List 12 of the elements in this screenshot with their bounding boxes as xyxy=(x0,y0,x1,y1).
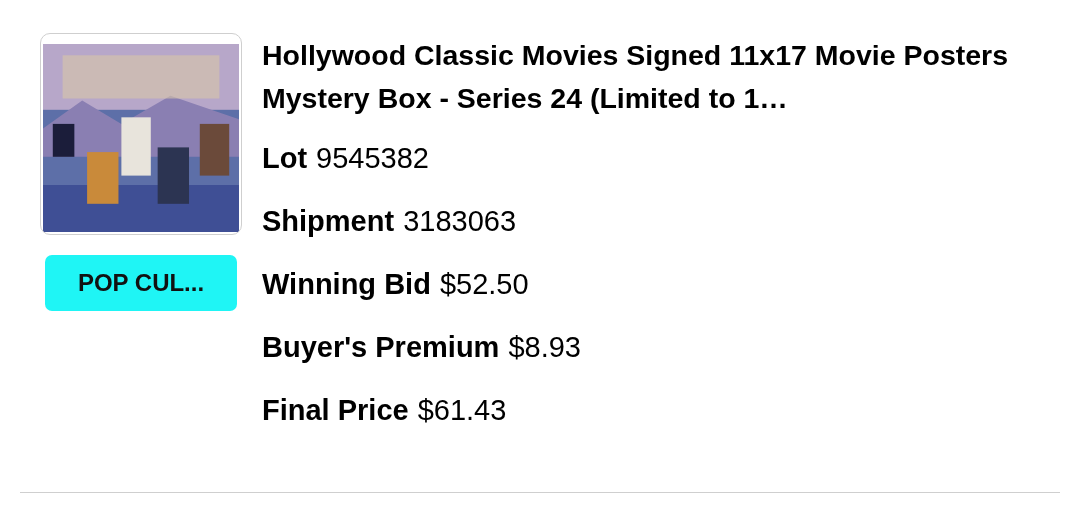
detail-label: Winning Bid xyxy=(262,267,431,301)
detail-label: Shipment xyxy=(262,204,395,238)
detail-value: $8.93 xyxy=(508,330,581,364)
detail-value: 9545382 xyxy=(316,141,429,175)
detail-value: $52.50 xyxy=(439,267,529,301)
detail-value: 3183063 xyxy=(403,204,517,238)
detail-label: Lot xyxy=(262,141,308,175)
detail-label: Final Price xyxy=(262,393,409,427)
detail-label: Buyer's Premium xyxy=(262,330,500,364)
category-badge: POP CUL... xyxy=(45,255,237,311)
item-title: Hollywood Classic Movies Signed 11x17 Movie Posters Mystery Box - Series 24 (Limited to 1… xyxy=(262,38,1010,116)
detail-value: $61.43 xyxy=(417,393,507,427)
